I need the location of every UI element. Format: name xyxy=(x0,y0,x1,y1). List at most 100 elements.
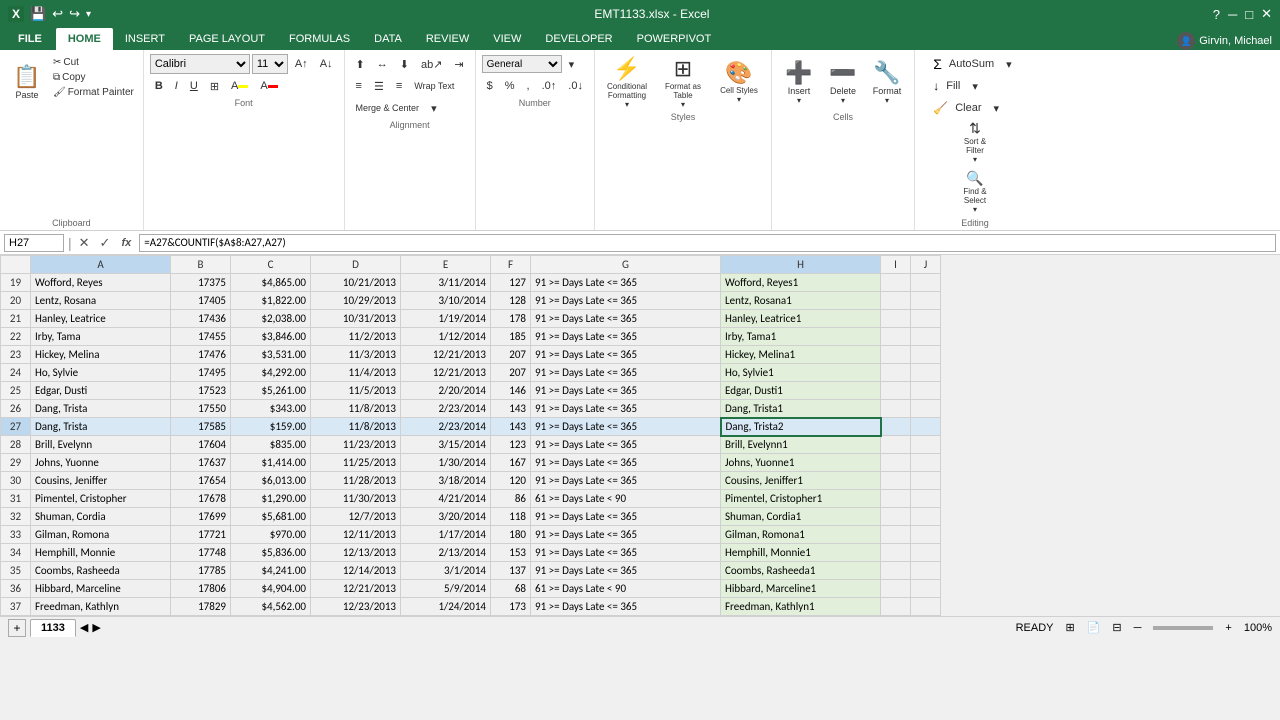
tab-review[interactable]: REVIEW xyxy=(414,28,481,50)
cell-c[interactable]: $159.00 xyxy=(231,418,311,436)
cell-d[interactable]: 12/23/2013 xyxy=(311,598,401,616)
cell-b[interactable]: 17436 xyxy=(171,310,231,328)
cell-b[interactable]: 17748 xyxy=(171,544,231,562)
cell-c[interactable]: $2,038.00 xyxy=(231,310,311,328)
cell-h[interactable]: Pimentel, Cristopher1 xyxy=(721,490,881,508)
border-btn[interactable]: ⊞ xyxy=(205,76,224,96)
cell-c[interactable]: $4,865.00 xyxy=(231,274,311,292)
paste-button[interactable]: 📋 Paste xyxy=(6,54,48,110)
cell-a[interactable]: Edgar, Dusti xyxy=(31,382,171,400)
row-header[interactable]: 29 xyxy=(1,454,31,472)
cell-i[interactable] xyxy=(881,472,911,490)
cell-c[interactable]: $1,822.00 xyxy=(231,292,311,310)
bold-btn[interactable]: B xyxy=(150,76,168,96)
cell-c[interactable]: $970.00 xyxy=(231,526,311,544)
cell-c[interactable]: $3,531.00 xyxy=(231,346,311,364)
cell-a[interactable]: Wofford, Reyes xyxy=(31,274,171,292)
cell-e[interactable]: 1/24/2014 xyxy=(401,598,491,616)
cell-g[interactable]: 91 >= Days Late <= 365 xyxy=(531,310,721,328)
cell-i[interactable] xyxy=(881,454,911,472)
sheet-tab-1133[interactable]: 1133 xyxy=(30,619,76,637)
increase-decimal-btn[interactable]: .0↑ xyxy=(537,76,562,96)
cell-b[interactable]: 17550 xyxy=(171,400,231,418)
insert-dropdown[interactable]: ▾ xyxy=(797,96,801,105)
cell-f[interactable]: 128 xyxy=(491,292,531,310)
cell-b[interactable]: 17678 xyxy=(171,490,231,508)
col-header-h[interactable]: H xyxy=(721,256,881,274)
insert-function-btn[interactable]: fx xyxy=(117,237,135,249)
cell-c[interactable]: $5,681.00 xyxy=(231,508,311,526)
cell-g[interactable]: 91 >= Days Late <= 365 xyxy=(531,400,721,418)
cell-b[interactable]: 17405 xyxy=(171,292,231,310)
cell-d[interactable]: 11/4/2013 xyxy=(311,364,401,382)
cell-g[interactable]: 61 >= Days Late < 90 xyxy=(531,580,721,598)
row-header[interactable]: 31 xyxy=(1,490,31,508)
cell-a[interactable]: Coombs, Rasheeda xyxy=(31,562,171,580)
comma-btn[interactable]: , xyxy=(522,76,535,96)
format-painter-button[interactable]: 🖌 Format Painter xyxy=(50,86,137,99)
cell-e[interactable]: 1/17/2014 xyxy=(401,526,491,544)
format-btn[interactable]: 🔧 Format ▾ xyxy=(866,54,908,110)
cell-i[interactable] xyxy=(881,382,911,400)
cell-e[interactable]: 2/13/2014 xyxy=(401,544,491,562)
cell-f[interactable]: 146 xyxy=(491,382,531,400)
cell-e[interactable]: 3/15/2014 xyxy=(401,436,491,454)
row-header[interactable]: 24 xyxy=(1,364,31,382)
merge-center-btn[interactable]: Merge & Center xyxy=(351,98,425,118)
cell-j[interactable] xyxy=(911,508,941,526)
cell-d[interactable]: 12/7/2013 xyxy=(311,508,401,526)
cell-a[interactable]: Brill, Evelynn xyxy=(31,436,171,454)
cell-h[interactable]: Edgar, Dusti1 xyxy=(721,382,881,400)
user-account[interactable]: 👤 Girvin, Michael xyxy=(1169,32,1280,50)
cell-c[interactable]: $3,846.00 xyxy=(231,328,311,346)
cell-a[interactable]: Gilman, Romona xyxy=(31,526,171,544)
cell-e[interactable]: 2/23/2014 xyxy=(401,418,491,436)
cell-f[interactable]: 185 xyxy=(491,328,531,346)
cell-i[interactable] xyxy=(881,418,911,436)
cell-c[interactable]: $835.00 xyxy=(231,436,311,454)
cell-h[interactable]: Ho, Sylvie1 xyxy=(721,364,881,382)
percent-btn[interactable]: % xyxy=(500,76,520,96)
cell-c[interactable]: $5,836.00 xyxy=(231,544,311,562)
conditional-formatting-btn[interactable]: ⚡ Conditional Formatting ▾ xyxy=(601,54,653,110)
format-dropdown[interactable]: ▾ xyxy=(885,96,889,105)
cell-e[interactable]: 2/23/2014 xyxy=(401,400,491,418)
cell-e[interactable]: 12/21/2013 xyxy=(401,346,491,364)
cell-b[interactable]: 17785 xyxy=(171,562,231,580)
cell-h[interactable]: Brill, Evelynn1 xyxy=(721,436,881,454)
cell-i[interactable] xyxy=(881,526,911,544)
indent-increase-btn[interactable]: ⇥ xyxy=(449,54,468,74)
align-center-btn[interactable]: ☰ xyxy=(369,76,389,96)
cell-e[interactable]: 2/20/2014 xyxy=(401,382,491,400)
cut-button[interactable]: ✂ Cut xyxy=(50,56,137,69)
cell-h[interactable]: Freedman, Kathlyn1 xyxy=(721,598,881,616)
cell-f[interactable]: 120 xyxy=(491,472,531,490)
quick-access-undo[interactable]: ↩ xyxy=(52,6,63,22)
cell-g[interactable]: 91 >= Days Late <= 365 xyxy=(531,454,721,472)
cell-f[interactable]: 86 xyxy=(491,490,531,508)
cell-d[interactable]: 10/21/2013 xyxy=(311,274,401,292)
cell-g[interactable]: 61 >= Days Late < 90 xyxy=(531,490,721,508)
cell-f[interactable]: 207 xyxy=(491,364,531,382)
cell-g[interactable]: 91 >= Days Late <= 365 xyxy=(531,418,721,436)
cell-j[interactable] xyxy=(911,526,941,544)
tab-insert[interactable]: INSERT xyxy=(113,28,177,50)
cell-j[interactable] xyxy=(911,310,941,328)
cell-a[interactable]: Irby, Tama xyxy=(31,328,171,346)
cell-j[interactable] xyxy=(911,364,941,382)
scroll-right-btn[interactable]: ▶ xyxy=(92,621,100,634)
cell-c[interactable]: $5,261.00 xyxy=(231,382,311,400)
cell-j[interactable] xyxy=(911,598,941,616)
tab-data[interactable]: DATA xyxy=(362,28,414,50)
cell-i[interactable] xyxy=(881,328,911,346)
sort-dropdown[interactable]: ▾ xyxy=(973,155,977,164)
cell-c[interactable]: $4,292.00 xyxy=(231,364,311,382)
cell-e[interactable]: 3/11/2014 xyxy=(401,274,491,292)
add-sheet-btn[interactable]: + xyxy=(8,619,26,637)
cell-i[interactable] xyxy=(881,598,911,616)
cell-a[interactable]: Hanley, Leatrice xyxy=(31,310,171,328)
cell-c[interactable]: $1,414.00 xyxy=(231,454,311,472)
cell-b[interactable]: 17721 xyxy=(171,526,231,544)
cell-e[interactable]: 3/10/2014 xyxy=(401,292,491,310)
align-left-btn[interactable]: ≡ xyxy=(351,76,367,96)
